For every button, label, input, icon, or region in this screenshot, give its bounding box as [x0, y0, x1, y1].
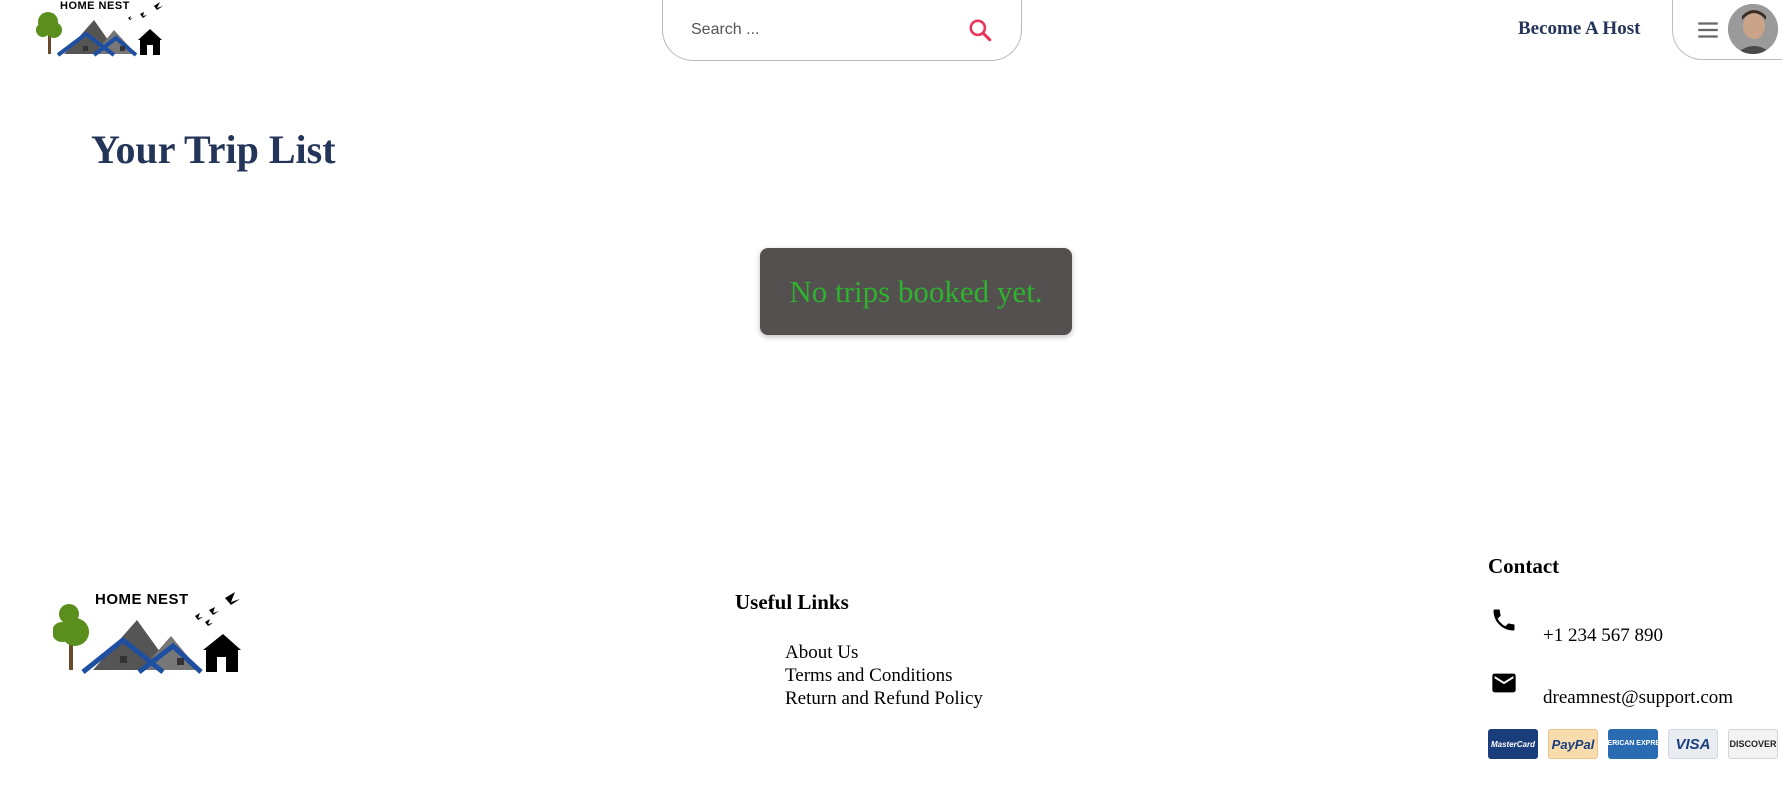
phone-icon: [1493, 609, 1515, 631]
footer-link-refund-policy[interactable]: Return and Refund Policy: [785, 687, 983, 710]
mail-icon: [1492, 673, 1516, 693]
footer-link-terms[interactable]: Terms and Conditions: [785, 664, 983, 687]
search-icon[interactable]: [967, 17, 993, 43]
paypal-icon: PayPal: [1548, 729, 1598, 759]
visa-icon: VISA: [1668, 729, 1718, 759]
become-host-link[interactable]: Become A Host: [1518, 18, 1640, 40]
empty-state-message: No trips booked yet.: [789, 273, 1043, 309]
amex-icon: AMERICAN EXPRESS: [1608, 729, 1658, 759]
contact-email: dreamnest@support.com: [1543, 687, 1734, 708]
useful-links-list: About Us Terms and Conditions Return and…: [785, 641, 983, 710]
useful-links-heading: Useful Links: [735, 590, 849, 614]
empty-state-box: No trips booked yet.: [760, 248, 1072, 335]
mastercard-icon: MasterCard: [1488, 729, 1538, 759]
contact-heading: Contact: [1488, 554, 1560, 578]
search-bar: [662, 0, 1022, 61]
payment-methods: MasterCard PayPal AMERICAN EXPRESS VISA …: [1488, 729, 1778, 759]
hamburger-menu-icon[interactable]: [1695, 17, 1721, 43]
user-avatar[interactable]: [1728, 4, 1778, 54]
search-input[interactable]: [691, 21, 959, 39]
home-nest-logo-icon: HOME NEST: [36, 0, 163, 57]
page-title: Your Trip List: [91, 127, 336, 172]
footer-link-about-us[interactable]: About Us: [785, 641, 983, 664]
discover-icon: DISCOVER: [1728, 729, 1778, 759]
header-logo-text: HOME NEST: [60, 0, 130, 12]
footer-logo[interactable]: HOME NEST: [52, 588, 245, 680]
account-menu-button[interactable]: [1672, 0, 1782, 60]
footer-logo-text: HOME NEST: [95, 591, 189, 608]
header-logo[interactable]: HOME NEST: [36, 0, 166, 58]
contact-phone: +1 234 567 890: [1543, 625, 1663, 646]
avatar-portrait-icon: [1728, 4, 1778, 54]
home-nest-logo-icon: HOME NEST: [52, 591, 241, 674]
